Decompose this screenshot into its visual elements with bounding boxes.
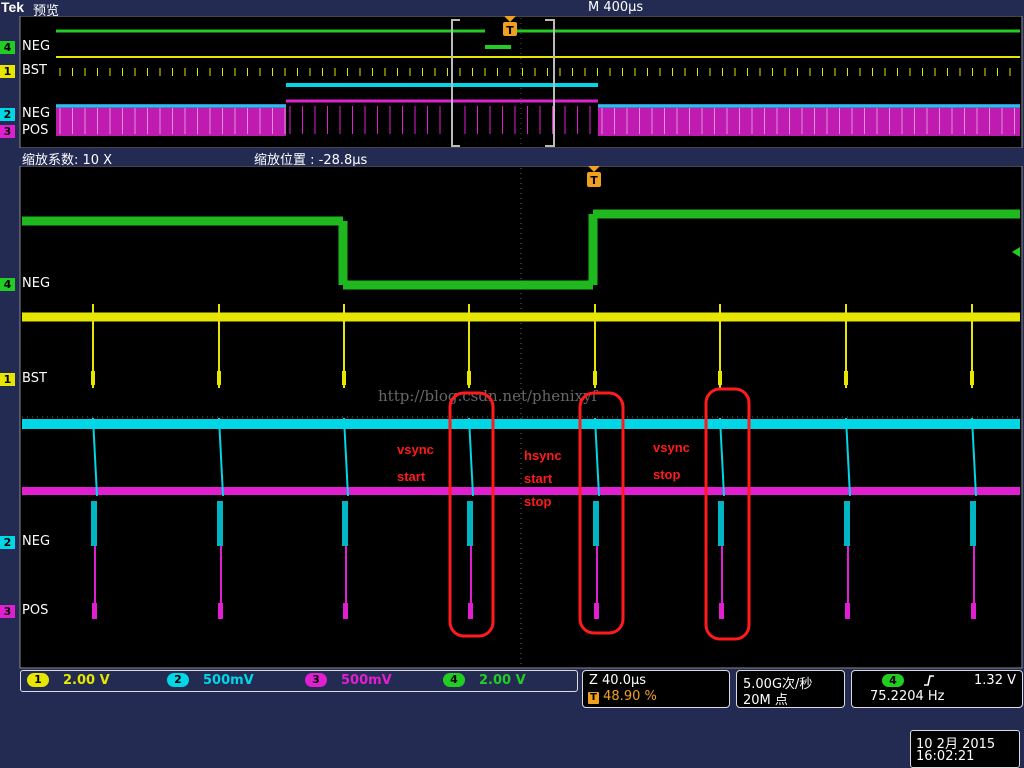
main-ch4-label: NEG bbox=[22, 276, 51, 291]
main-ch1-label: BST bbox=[22, 371, 47, 386]
svg-text:T: T bbox=[506, 24, 514, 37]
ch2-pulse-body bbox=[467, 501, 473, 546]
timebase-readout[interactable]: M 400µs bbox=[588, 0, 643, 15]
overview-trace-ch3-dense-right bbox=[598, 104, 1020, 136]
svg-text:T: T bbox=[590, 174, 598, 187]
ch1-pulse-tip bbox=[593, 371, 597, 385]
annotation-hsync: hsync start stop bbox=[524, 448, 562, 509]
ch3-pulse-tip bbox=[218, 603, 223, 619]
ch3-pulse-tip bbox=[594, 603, 599, 619]
horizontal-readout-box[interactable]: Z 40.0µs T 48.90 % bbox=[582, 670, 730, 708]
ch2-setting[interactable]: 2 500mV bbox=[167, 673, 254, 688]
overview-ch2-label: NEG bbox=[22, 106, 51, 121]
trigger-position-readout: T 48.90 % bbox=[588, 689, 657, 704]
ch1-pulse-tip bbox=[844, 371, 848, 385]
ch2-pulse-body bbox=[718, 501, 724, 546]
record-length-readout: 20M 点 bbox=[743, 693, 788, 708]
channel-status-bar: 1 2.00 V 2 500mV 3 500mV 4 2.00 V bbox=[20, 670, 578, 692]
top-header-bar bbox=[0, 0, 1024, 16]
ch1-pulse-tip bbox=[91, 371, 95, 385]
ch2-pulse-body bbox=[342, 501, 348, 546]
zoom-scale-readout: Z 40.0µs bbox=[589, 673, 647, 688]
ch2-pulse-body bbox=[593, 501, 599, 546]
tek-logo: Tek bbox=[1, 0, 25, 15]
trigger-t-icon: T bbox=[588, 692, 599, 704]
overview-ch4-marker[interactable]: 4 bbox=[0, 41, 15, 54]
annotation-vsync-stop: vsync stop bbox=[653, 440, 690, 482]
ch2-pulse-body bbox=[970, 501, 976, 546]
main-ch2-marker[interactable]: 2 bbox=[0, 536, 15, 549]
ch1-pulse-tip bbox=[217, 371, 221, 385]
ch3-pulse-tip bbox=[92, 603, 97, 619]
ch1-pulse-tip bbox=[467, 371, 471, 385]
time-readout: 16:02:21 bbox=[916, 749, 975, 764]
trigger-readout-box[interactable]: 4 1.32 V 75.2204 Hz bbox=[851, 670, 1023, 708]
ch3-pulse-tip bbox=[719, 603, 724, 619]
ch3-pulse-tip bbox=[845, 603, 850, 619]
ch1-pulse-tip bbox=[970, 371, 974, 385]
ch2-pulse-body bbox=[91, 501, 97, 546]
trigger-level-readout: 1.32 V bbox=[974, 673, 1016, 688]
ch2-pulse-body bbox=[217, 501, 223, 546]
main-ch3-label: POS bbox=[22, 603, 49, 618]
ch3-pulse-tip bbox=[468, 603, 473, 619]
main-ch4-marker[interactable]: 4 bbox=[0, 278, 15, 291]
ch1-pulse-tip bbox=[718, 371, 722, 385]
acquisition-readout-box[interactable]: 5.00G次/秒 20M 点 bbox=[736, 670, 845, 708]
main-ch3-marker[interactable]: 3 bbox=[0, 605, 15, 618]
trigger-frequency-readout: 75.2204 Hz bbox=[870, 689, 945, 704]
rising-edge-icon bbox=[924, 675, 934, 686]
ch4-setting[interactable]: 4 2.00 V bbox=[443, 673, 526, 688]
trigger-source-badge: 4 bbox=[882, 674, 904, 687]
overview-ch4-label: NEG bbox=[22, 39, 51, 54]
overview-ch3-label: POS bbox=[22, 123, 49, 138]
overview-ch1-label: BST bbox=[22, 63, 47, 78]
overview-ch1-marker[interactable]: 1 bbox=[0, 65, 15, 78]
overview-ch3-marker[interactable]: 3 bbox=[0, 125, 15, 138]
overview-waveform-window[interactable]: T bbox=[0, 16, 1024, 148]
datetime-box: 10 2月 2015 16:02:21 bbox=[910, 730, 1020, 768]
ch3-pulse-tip bbox=[343, 603, 348, 619]
ch1-pulse-tip bbox=[342, 371, 346, 385]
annotation-vsync-start: vsync start bbox=[397, 442, 434, 484]
ch3-setting[interactable]: 3 500mV bbox=[305, 673, 392, 688]
ch2-pulse-body bbox=[844, 501, 850, 546]
main-ch1-marker[interactable]: 1 bbox=[0, 373, 15, 386]
main-waveform-window[interactable]: http://blog.csdn.net/phenixyf T bbox=[0, 166, 1024, 669]
ch3-pulse-tip bbox=[971, 603, 976, 619]
ch1-setting[interactable]: 1 2.00 V bbox=[27, 673, 110, 688]
main-ch2-label: NEG bbox=[22, 534, 51, 549]
overview-ch2-marker[interactable]: 2 bbox=[0, 108, 15, 121]
overview-trace-ch3-dense-left bbox=[56, 104, 286, 136]
